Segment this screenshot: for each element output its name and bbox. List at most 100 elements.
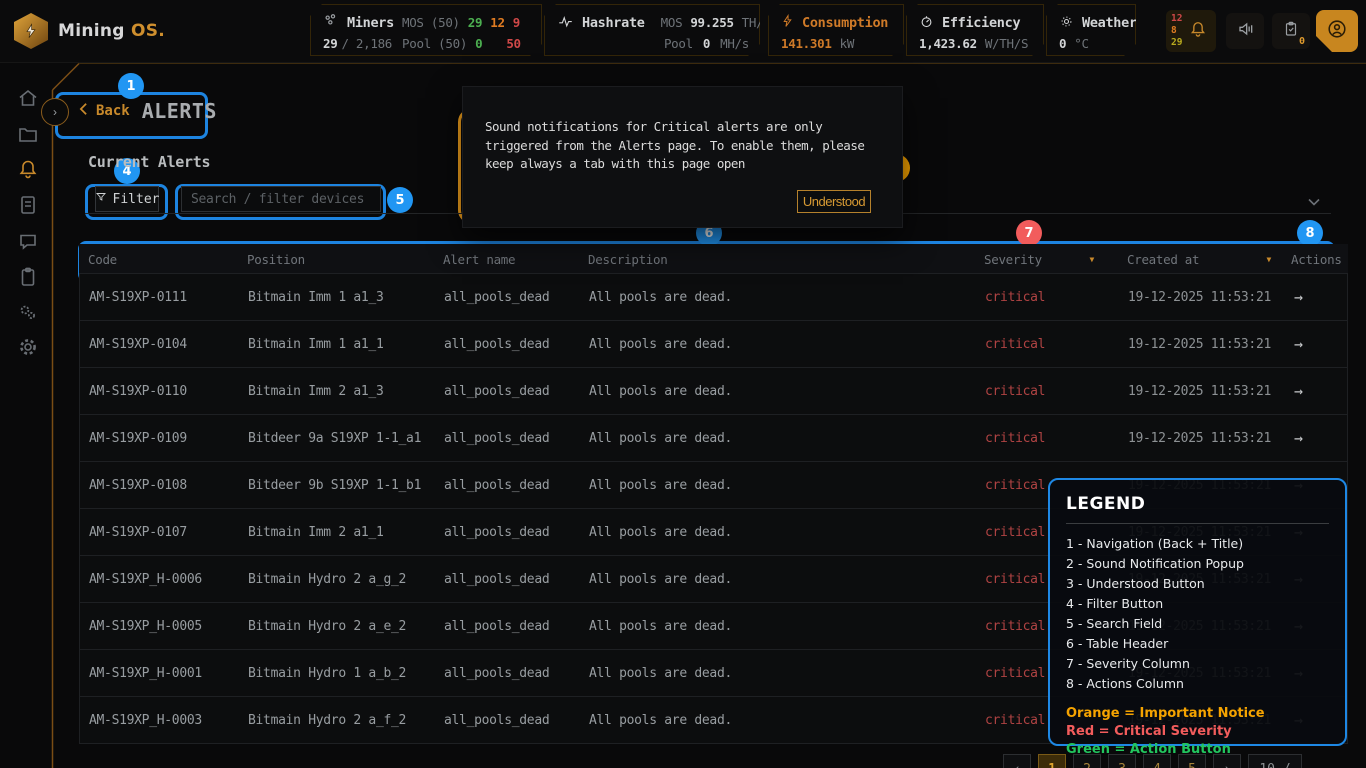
profile-button[interactable] <box>1316 10 1358 52</box>
hashrate-stat-panel: Hashrate MOS 99.255 TH/s Pool 0 MH/s <box>544 4 760 56</box>
table-row[interactable]: AM-S19XP-0110 Bitmain Imm 2 a1_3 all_poo… <box>79 367 1348 415</box>
sidebar-item-documents[interactable] <box>16 193 40 217</box>
speaker-icon <box>1235 19 1255 43</box>
cell-alert-name: all_pools_dead <box>444 619 589 634</box>
cell-position: Bitmain Imm 2 a1_1 <box>248 525 444 540</box>
weather-title: Weather <box>1082 15 1137 31</box>
notifications-button[interactable]: 12 8 29 <box>1166 10 1216 52</box>
efficiency-stat-panel: Efficiency 1,423.62 W/TH/S <box>906 4 1044 56</box>
filter-button[interactable]: Filter <box>95 186 159 212</box>
sidebar-item-settings[interactable] <box>16 335 40 359</box>
notifications-warning-count: 8 <box>1171 25 1182 37</box>
page-title: ALERTS <box>142 99 217 123</box>
cell-position: Bitmain Imm 1 a1_3 <box>248 290 444 305</box>
legend-item: 3 - Understood Button <box>1066 574 1329 594</box>
back-button[interactable]: Back <box>78 102 130 120</box>
hashrate-pool-label: Pool <box>664 36 693 51</box>
cell-created-at: 19-12-2025 11:53:21 <box>1109 431 1286 446</box>
cell-description: All pools are dead. <box>589 337 969 352</box>
legend-item: 5 - Search Field <box>1066 614 1329 634</box>
column-header-description: Description <box>588 252 968 267</box>
understood-button[interactable]: Understood <box>797 190 871 213</box>
chat-icon <box>16 238 40 257</box>
tasks-button[interactable]: 0 <box>1272 13 1310 49</box>
column-header-actions: Actions <box>1285 252 1348 267</box>
column-header-created-at[interactable]: Created at▼ <box>1108 252 1285 267</box>
chevron-down-icon[interactable] <box>1307 192 1321 211</box>
sidebar-item-messages[interactable] <box>16 229 40 253</box>
cell-position: Bitmain Imm 2 a1_3 <box>248 384 444 399</box>
consumption-icon <box>781 14 794 31</box>
section-title: Current Alerts <box>88 153 210 171</box>
sidebar-item-home[interactable] <box>16 86 40 110</box>
hashrate-mos-value: 99.255 <box>690 15 733 30</box>
legend-item: 6 - Table Header <box>1066 634 1329 654</box>
legend-panel: LEGEND 1 - Navigation (Back + Title)2 - … <box>1048 478 1347 746</box>
app-root: Mining OS. Miners MOS (50) 29 12 9 29 / … <box>0 0 1366 768</box>
miners-pool-label: Pool (50) <box>402 36 467 51</box>
annotation-badge-1: 1 <box>118 73 144 99</box>
search-input[interactable] <box>181 186 381 212</box>
hashrate-pool-value: 0 <box>703 36 710 51</box>
miners-mos-crit: 9 <box>513 15 520 30</box>
bell-icon <box>1188 19 1208 43</box>
cell-alert-name: all_pools_dead <box>444 478 589 493</box>
open-alert-button[interactable]: → <box>1286 288 1349 306</box>
sound-button[interactable] <box>1226 13 1264 49</box>
tasks-badge: 0 <box>1299 36 1305 47</box>
sidebar-item-tasks[interactable] <box>16 265 40 289</box>
created-at-sort-icon[interactable]: ▼ <box>1266 255 1271 264</box>
cell-position: Bitmain Hydro 2 a_e_2 <box>248 619 444 634</box>
miners-mos-label: MOS (50) <box>402 15 460 30</box>
page-navigation: Back ALERTS <box>78 99 217 123</box>
pagination-button-1[interactable]: 1 <box>1038 754 1066 768</box>
column-header-position: Position <box>247 252 443 267</box>
legend-item: 1 - Navigation (Back + Title) <box>1066 534 1329 554</box>
consumption-value: 141.301 <box>781 36 832 51</box>
column-header-severity[interactable]: Severity▼ <box>968 252 1108 267</box>
cell-description: All pools are dead. <box>589 713 969 728</box>
open-alert-button[interactable]: → <box>1286 382 1349 400</box>
sound-notification-popup: Sound notifications for Critical alerts … <box>462 86 903 228</box>
topbar: Mining OS. Miners MOS (50) 29 12 9 29 / … <box>0 0 1366 63</box>
popup-message: Sound notifications for Critical alerts … <box>485 118 864 174</box>
sidebar-collapse-button[interactable]: › <box>41 98 69 126</box>
integrations-icon <box>16 309 40 328</box>
consumption-unit: kW <box>840 36 854 51</box>
cell-alert-name: all_pools_dead <box>444 713 589 728</box>
pagination-button-0[interactable]: ‹ <box>1003 754 1031 768</box>
open-alert-button[interactable]: → <box>1286 429 1349 447</box>
cell-code: AM-S19XP_H-0003 <box>80 713 248 728</box>
miners-active: 29 <box>323 36 337 51</box>
severity-sort-icon[interactable]: ▼ <box>1089 255 1094 264</box>
cell-code: AM-S19XP-0108 <box>80 478 248 493</box>
document-icon <box>16 202 40 221</box>
table-row[interactable]: AM-S19XP-0111 Bitmain Imm 1 a1_3 all_poo… <box>79 273 1348 321</box>
legend-title: LEGEND <box>1066 494 1329 514</box>
legend-item: 4 - Filter Button <box>1066 594 1329 614</box>
miners-icon <box>323 13 339 32</box>
cell-created-at: 19-12-2025 11:53:21 <box>1109 337 1286 352</box>
sidebar-item-folder[interactable] <box>16 122 40 146</box>
efficiency-value: 1,423.62 <box>919 36 977 51</box>
legend-divider <box>1066 523 1329 524</box>
annotation-badge-8: 8 <box>1297 220 1323 246</box>
cell-position: Bitmain Hydro 1 a_b_2 <box>248 666 444 681</box>
hashrate-mos-label: MOS <box>661 15 683 30</box>
brand-name: Mining <box>58 21 125 41</box>
arrow-right-icon: → <box>1294 429 1303 447</box>
cell-position: Bitdeer 9b S19XP 1-1_b1 <box>248 478 444 493</box>
back-label: Back <box>96 103 130 119</box>
notifications-critical-count: 12 <box>1171 13 1182 25</box>
table-row[interactable]: AM-S19XP-0109 Bitdeer 9a S19XP 1-1_a1 al… <box>79 414 1348 462</box>
cell-created-at: 19-12-2025 11:53:21 <box>1109 290 1286 305</box>
weather-icon <box>1059 14 1074 32</box>
cell-code: AM-S19XP-0104 <box>80 337 248 352</box>
table-row[interactable]: AM-S19XP-0104 Bitmain Imm 1 a1_1 all_poo… <box>79 320 1348 368</box>
cell-code: AM-S19XP_H-0001 <box>80 666 248 681</box>
sidebar-item-integrations[interactable] <box>16 300 40 324</box>
chevron-left-icon <box>78 102 89 120</box>
sidebar-item-alerts[interactable] <box>16 157 40 181</box>
open-alert-button[interactable]: → <box>1286 335 1349 353</box>
consumption-title: Consumption <box>802 15 888 31</box>
